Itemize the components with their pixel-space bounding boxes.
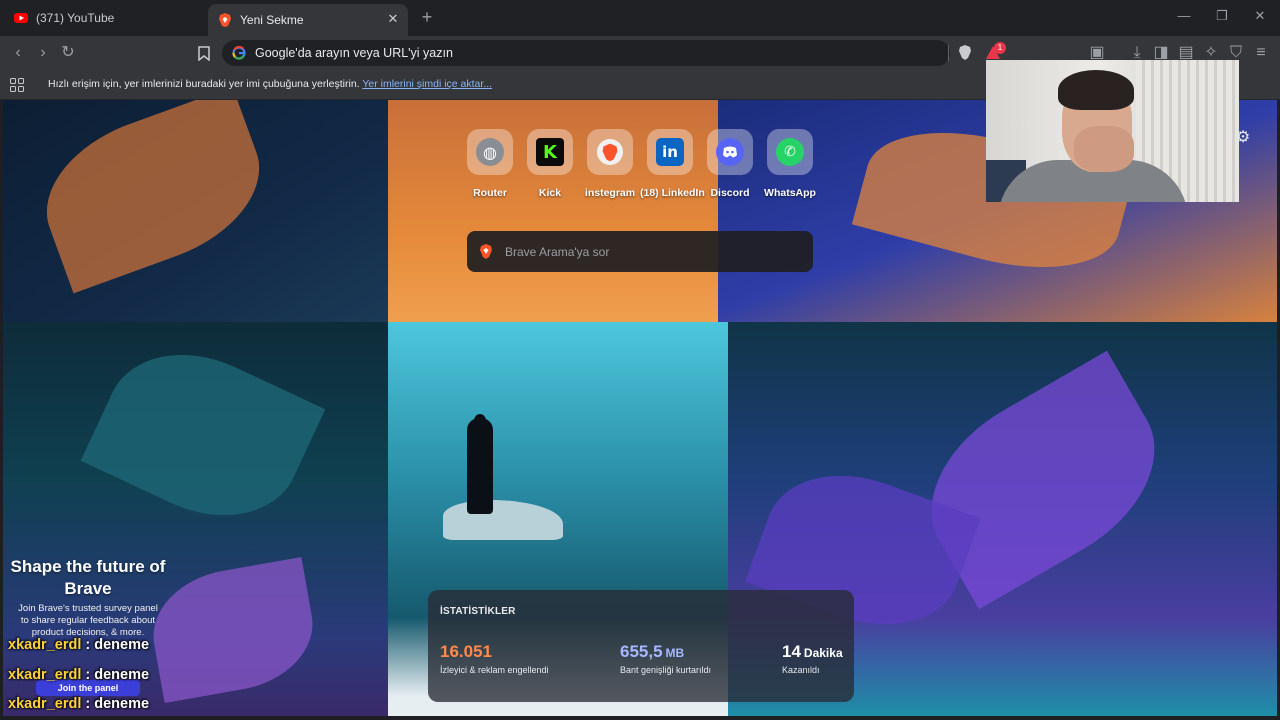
site-tile: in (647, 129, 693, 175)
top-site-discord[interactable]: Discord (700, 129, 760, 199)
brave-search-box[interactable]: Brave Arama'ya sor (467, 231, 813, 272)
site-label: WhatsApp (764, 187, 816, 199)
chat-text: deneme (94, 696, 150, 712)
forward-icon[interactable]: › (33, 43, 53, 63)
webcam-person-hand (1074, 126, 1134, 172)
brave-icon (480, 244, 492, 259)
stat-blocked-label: İzleyici & reklam engellendi (440, 665, 549, 675)
site-label: Discord (710, 187, 750, 199)
top-site-linkedin[interactable]: in (18) LinkedIn (640, 129, 705, 199)
bookmarks-hint: Hızlı erişim için, yer imlerinizi burada… (48, 78, 492, 90)
kick-icon: K (536, 138, 564, 166)
discord-icon (716, 138, 744, 166)
site-tile: ✆ (767, 129, 813, 175)
tab-title: (371) YouTube (36, 11, 115, 25)
stats-widget: İSTATİSTİKLER 16.051 İzleyici & reklam e… (428, 590, 854, 702)
stat-bandwidth-value: 655,5 MB (620, 642, 685, 661)
site-label: Kick (538, 187, 562, 199)
site-label: (18) LinkedIn (640, 187, 705, 199)
bookmarks-hint-text: Hızlı erişim için, yer imlerinizi burada… (48, 78, 363, 90)
reload-icon[interactable]: ↻ (58, 43, 78, 63)
google-icon (232, 46, 246, 60)
brave-shields-icon[interactable] (955, 43, 975, 63)
stat-blocked-value: 16.051 (440, 642, 492, 661)
site-label: Router (473, 187, 507, 199)
chat-username: xkadr_erdl (8, 667, 82, 683)
site-tile: ◍ (467, 129, 513, 175)
address-bar-text: Google'da arayın veya URL'yi yazın (255, 46, 453, 60)
top-site-kick[interactable]: K Kick (520, 129, 580, 199)
webcam-overlay (986, 60, 1239, 202)
browser-window: (371) YouTube Yeni Sekme ✕ + — ❐ ✕ ‹ › ↻… (0, 0, 1280, 720)
apps-grid-icon[interactable] (10, 78, 24, 92)
chat-separator: : (81, 637, 95, 653)
chat-text: deneme (94, 667, 150, 683)
linkedin-icon: in (656, 138, 684, 166)
new-tab-plus-icon[interactable]: + (418, 8, 436, 26)
menu-icon[interactable]: ≡ (1251, 43, 1271, 63)
brave-icon (597, 139, 623, 165)
youtube-icon (14, 13, 28, 23)
stat-time-label: Kazanıldı (782, 665, 820, 675)
chat-separator: : (81, 696, 95, 712)
search-placeholder: Brave Arama'ya sor (505, 245, 610, 259)
rewards-badge: 1 (994, 42, 1006, 54)
promo-card-title: Shape the future of Brave (10, 557, 166, 598)
chat-message: xkadr_erdl : deneme (8, 696, 149, 712)
stats-title: İSTATİSTİKLER (440, 606, 516, 617)
tab-strip: (371) YouTube Yeni Sekme ✕ + — ❐ ✕ (0, 0, 1280, 36)
minimize-icon[interactable]: — (1176, 8, 1192, 24)
chat-message: xkadr_erdl : deneme (8, 637, 149, 653)
stat-time-value: 14 Dakika (782, 642, 843, 661)
stat-bandwidth-label: Bant genişliği kurtarıldı (620, 665, 712, 675)
top-site-router[interactable]: ◍ Router (460, 129, 520, 199)
site-label: instegram (584, 187, 636, 199)
chat-username: xkadr_erdl (8, 637, 82, 653)
site-tile: K (527, 129, 573, 175)
top-site-instegram[interactable]: instegram (580, 129, 640, 199)
chat-separator: : (81, 667, 95, 683)
back-icon[interactable]: ‹ (8, 43, 28, 63)
whatsapp-icon: ✆ (776, 138, 804, 166)
site-tile (707, 129, 753, 175)
toolbar-divider (948, 45, 949, 61)
close-window-icon[interactable]: ✕ (1252, 8, 1268, 24)
tab-youtube[interactable]: (371) YouTube (8, 4, 203, 32)
promo-card-body: Join Brave's trusted survey panel to sha… (18, 603, 158, 638)
globe-icon: ◍ (476, 138, 504, 166)
person-silhouette (467, 418, 493, 514)
chat-text: deneme (94, 637, 150, 653)
site-tile (587, 129, 633, 175)
top-site-whatsapp[interactable]: ✆ WhatsApp (760, 129, 820, 199)
tab-new-tab[interactable]: Yeni Sekme ✕ (208, 4, 408, 36)
close-tab-icon[interactable]: ✕ (386, 12, 400, 26)
chat-message: xkadr_erdl : deneme (8, 667, 149, 683)
chat-username: xkadr_erdl (8, 696, 82, 712)
maximize-icon[interactable]: ❐ (1214, 8, 1230, 24)
address-bar[interactable]: Google'da arayın veya URL'yi yazın (222, 40, 950, 66)
webcam-person-hair (1058, 70, 1134, 110)
bookmark-icon[interactable] (194, 43, 214, 63)
brave-icon (219, 13, 231, 27)
tab-title: Yeni Sekme (240, 13, 304, 27)
import-bookmarks-link[interactable]: Yer imlerini şimdi içe aktar... (362, 78, 492, 90)
